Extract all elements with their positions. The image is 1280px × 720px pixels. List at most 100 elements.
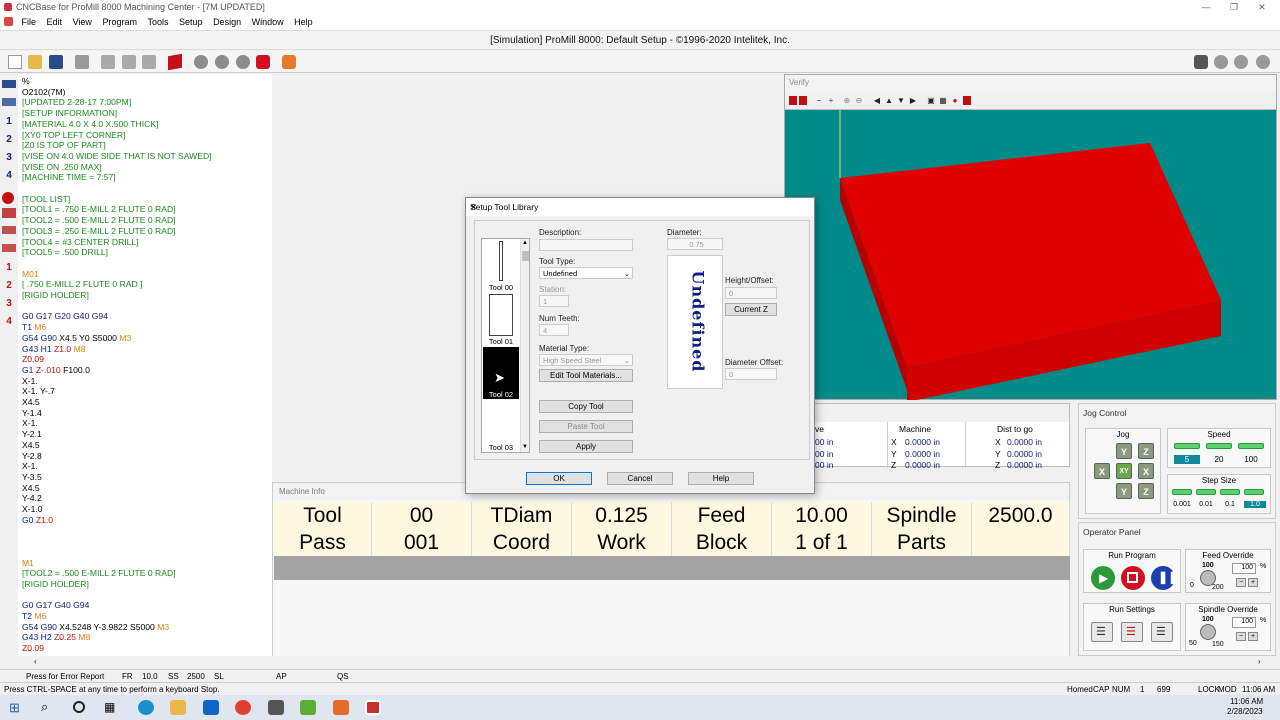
spindle-knob[interactable]: [1200, 624, 1216, 640]
zoom-plus-icon[interactable]: +: [827, 96, 835, 105]
run-play-button[interactable]: ▶: [1091, 566, 1115, 590]
material-type-select[interactable]: High Speed Steel ⌄: [539, 354, 633, 366]
jog-z-plus-button[interactable]: Z: [1138, 443, 1154, 459]
speed-value-1[interactable]: 5: [1174, 455, 1200, 464]
code-line[interactable]: [TOOL5 = .500 DRILL]: [22, 247, 108, 258]
calculator-icon[interactable]: [268, 700, 284, 715]
menu-setup[interactable]: Setup: [175, 15, 207, 29]
code-line[interactable]: X-1.: [22, 376, 38, 387]
view-top-icon[interactable]: ▣: [927, 96, 935, 105]
marker-4[interactable]: 4: [2, 170, 16, 182]
view-iso-icon[interactable]: ▦: [939, 96, 947, 105]
code-line[interactable]: T1 M6: [22, 322, 46, 333]
gcode-editor[interactable]: % O2102(7M) [UPDATED 2-28-17 7:00PM] [SETUP…: [18, 74, 272, 656]
code-line[interactable]: G1 Z-.010 F100.0: [22, 365, 90, 376]
red-marker-1[interactable]: 1: [2, 262, 16, 274]
code-line[interactable]: M01: [22, 269, 39, 280]
code-line[interactable]: G54 G90 X4.5 Y0 S5000 M3: [22, 333, 131, 344]
tool-03-label[interactable]: Tool 03: [482, 443, 520, 452]
paste-tool-button[interactable]: Paste Tool: [539, 420, 633, 433]
code-line[interactable]: X-1.: [22, 461, 38, 472]
settings-gear-icon[interactable]: [1214, 55, 1228, 69]
open-folder-icon[interactable]: [28, 55, 42, 69]
marker-1[interactable]: 1: [2, 116, 16, 128]
menu-window[interactable]: Window: [248, 15, 288, 29]
code-line[interactable]: [TOOL LIST]: [22, 194, 70, 205]
code-line[interactable]: X4.5: [22, 397, 40, 408]
camtasia-icon[interactable]: [300, 700, 316, 715]
tool-02-label[interactable]: Tool 02: [482, 390, 520, 399]
editor-horizontal-scrollbar[interactable]: ‹ ›: [18, 656, 1280, 668]
code-line[interactable]: T2 M6: [22, 611, 46, 622]
scroll-up-icon[interactable]: ▲: [522, 240, 528, 246]
app-menu-icon[interactable]: [4, 17, 13, 26]
num-teeth-input[interactable]: 4: [539, 324, 569, 336]
jog-x-minus-button[interactable]: X: [1094, 463, 1110, 479]
ok-button[interactable]: OK: [526, 472, 592, 485]
scroll-down-icon[interactable]: ▼: [522, 444, 528, 450]
save-icon[interactable]: [49, 55, 63, 69]
vise-icon[interactable]: [2, 226, 16, 234]
menu-tools[interactable]: Tools: [143, 15, 172, 29]
settings-gear-2-icon[interactable]: [1234, 55, 1248, 69]
jog-y-plus-button[interactable]: Y: [1116, 443, 1132, 459]
apply-button[interactable]: Apply: [539, 440, 633, 453]
jog-z-minus-button[interactable]: Z: [1138, 483, 1154, 499]
code-line[interactable]: [Z0 IS TOP OF PART]: [22, 140, 106, 151]
step-bar-4[interactable]: [1244, 489, 1264, 495]
code-line[interactable]: [TOOL1 = .750 E-MILL 2 FLUTE 0 RAD]: [22, 204, 176, 215]
red-marker-4[interactable]: 4: [2, 316, 16, 328]
verify-run-icon[interactable]: [799, 96, 807, 105]
jog-xy-center-button[interactable]: XY: [1116, 463, 1132, 479]
new-file-icon[interactable]: [8, 55, 22, 69]
code-line[interactable]: [ .750 E-MILL 2 FLUTE 0 RAD ]: [22, 279, 143, 290]
code-line[interactable]: X4.5: [22, 483, 40, 494]
code-line[interactable]: [MACHINE TIME = 7:57]: [22, 172, 116, 183]
code-line[interactable]: Y-1.4: [22, 408, 42, 419]
zoom-minus-icon[interactable]: −: [815, 96, 823, 105]
menu-edit[interactable]: Edit: [43, 15, 67, 29]
step-forward-icon[interactable]: [236, 55, 250, 69]
step-bar-2[interactable]: [1196, 489, 1216, 495]
pan-up-icon[interactable]: ▲: [885, 96, 893, 105]
code-line[interactable]: G43 H1 Z1.0 M8: [22, 344, 86, 355]
menu-program[interactable]: Program: [98, 15, 141, 29]
minimize-button[interactable]: —: [1196, 1, 1216, 13]
chrome-icon[interactable]: [235, 700, 251, 715]
speed-value-2[interactable]: 20: [1206, 455, 1232, 464]
single-step-button[interactable]: ☰: [1091, 622, 1113, 642]
code-line[interactable]: G0 G17 G40 G94: [22, 600, 89, 611]
cancel-button[interactable]: Cancel: [607, 472, 673, 485]
edit-tool-materials-button[interactable]: Edit Tool Materials...: [539, 369, 633, 382]
run-stop-button[interactable]: [1121, 566, 1145, 590]
code-line[interactable]: [RIGID HOLDER]: [22, 579, 89, 590]
run-pause-button[interactable]: ❚❚: [1151, 566, 1178, 590]
scroll-right-icon[interactable]: ›: [1258, 657, 1261, 666]
cnc-orange-icon[interactable]: [333, 700, 349, 715]
code-line[interactable]: Y-2.1: [22, 429, 42, 440]
height-offset-input[interactable]: 0: [725, 287, 777, 299]
menu-view[interactable]: View: [69, 15, 96, 29]
code-line[interactable]: Z0.09: [22, 354, 44, 365]
code-line[interactable]: G0 G17 G20 G40 G94: [22, 311, 108, 322]
optional-stop-button[interactable]: ☰: [1151, 622, 1173, 642]
code-line[interactable]: [VISE ON 4.0 WIDE SIDE THAT IS NOT SAWED…: [22, 151, 212, 162]
file-explorer-icon[interactable]: [170, 700, 186, 715]
record-icon[interactable]: [2, 192, 14, 204]
code-line[interactable]: Y-2.8: [22, 451, 42, 462]
part-cube-icon[interactable]: [168, 53, 182, 71]
cortana-icon[interactable]: [73, 701, 85, 713]
scroll-thumb[interactable]: [522, 251, 529, 261]
step-value-4[interactable]: 1.0: [1244, 501, 1266, 508]
cut-icon[interactable]: [101, 55, 115, 69]
diameter-input[interactable]: 0.75: [667, 238, 723, 250]
tool-01-label[interactable]: Tool 01: [482, 337, 520, 346]
pan-down-icon[interactable]: ▼: [897, 96, 905, 105]
step-icon[interactable]: [215, 55, 229, 69]
feed-plus-button[interactable]: +: [1248, 578, 1258, 587]
verify-3d-view[interactable]: [785, 110, 1278, 400]
code-line[interactable]: [MATERIAL 4.0 X 4.0 X.500 THICK]: [22, 119, 158, 130]
search-icon[interactable]: ⌕: [41, 699, 48, 715]
error-report-button[interactable]: Press for Error Report: [26, 672, 104, 681]
step-value-3[interactable]: 0.1: [1220, 501, 1240, 508]
